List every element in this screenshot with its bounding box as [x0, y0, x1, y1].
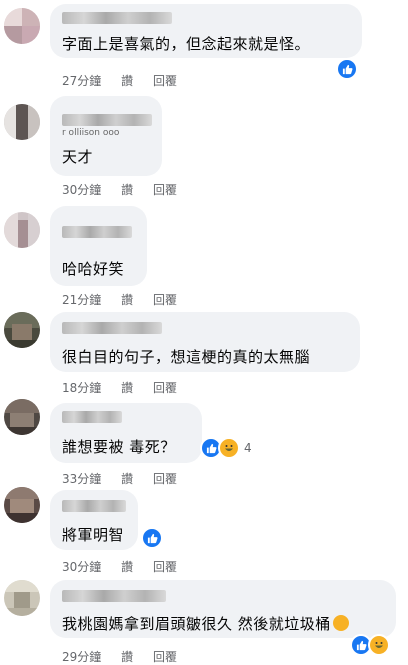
- comment-reactions[interactable]: [350, 634, 390, 656]
- reply-link[interactable]: 回覆: [153, 183, 177, 197]
- commenter-name-blurred[interactable]: [62, 500, 126, 512]
- avatar[interactable]: [4, 104, 40, 140]
- comment-bubble: 字面上是喜氣的，但念起來就是怪。: [50, 4, 362, 58]
- like-link[interactable]: 讚: [121, 560, 133, 574]
- comment-actions: 21分鐘 讚 回覆: [62, 291, 193, 308]
- haha-reaction-icon: [368, 634, 390, 656]
- avatar[interactable]: [4, 399, 40, 435]
- comment-bubble: 誰想要被 毒死？: [50, 403, 202, 463]
- commenter-name-blurred[interactable]: [62, 226, 132, 238]
- comment-timestamp[interactable]: 33分鐘: [62, 472, 101, 486]
- comment-reactions[interactable]: [141, 527, 163, 549]
- commenter-name-blurred[interactable]: [62, 12, 172, 24]
- comment-bubble: r olliison ooo 天才: [50, 96, 162, 176]
- commenter-name-blurred[interactable]: [62, 114, 152, 126]
- comment-bubble: 哈哈好笑: [50, 206, 147, 286]
- like-link[interactable]: 讚: [121, 293, 133, 307]
- comment-timestamp[interactable]: 18分鐘: [62, 381, 101, 395]
- comment-timestamp[interactable]: 30分鐘: [62, 560, 101, 574]
- laughing-emoji-icon: [332, 615, 349, 631]
- reply-link[interactable]: 回覆: [153, 560, 177, 574]
- comment-text: 很白目的句子，想這梗的真的太無腦: [62, 348, 311, 366]
- reply-link[interactable]: 回覆: [153, 293, 177, 307]
- comment-text: 我桃園媽拿到眉頭皺很久 然後就垃圾桶: [62, 613, 349, 634]
- avatar[interactable]: [4, 580, 40, 616]
- comment-timestamp[interactable]: 21分鐘: [62, 293, 101, 307]
- avatar[interactable]: [4, 212, 40, 248]
- reply-link[interactable]: 回覆: [153, 472, 177, 486]
- like-link[interactable]: 讚: [121, 650, 133, 664]
- comment-reactions[interactable]: 4: [200, 437, 252, 459]
- reaction-count: 4: [244, 441, 252, 455]
- comment-actions: 30分鐘 讚 回覆: [62, 181, 193, 198]
- commenter-name-blurred[interactable]: [62, 590, 166, 602]
- comment-bubble: 將軍明智: [50, 490, 138, 550]
- comment-timestamp[interactable]: 29分鐘: [62, 650, 101, 664]
- avatar[interactable]: [4, 312, 40, 348]
- comment-text: 哈哈好笑: [62, 260, 125, 278]
- comment-text: 誰想要被 毒死？: [62, 438, 176, 456]
- like-link[interactable]: 讚: [121, 381, 133, 395]
- comment-actions: 30分鐘 讚 回覆: [62, 558, 193, 575]
- comment-timestamp[interactable]: 27分鐘: [62, 74, 101, 88]
- like-reaction-icon: [141, 527, 163, 549]
- like-link[interactable]: 讚: [121, 74, 133, 88]
- avatar[interactable]: [4, 8, 40, 44]
- reply-link[interactable]: 回覆: [153, 381, 177, 395]
- like-link[interactable]: 讚: [121, 183, 133, 197]
- comment-text: 天才: [62, 148, 94, 166]
- comment-text: 將軍明智: [62, 526, 125, 544]
- reply-link[interactable]: 回覆: [153, 74, 177, 88]
- comment-actions: 33分鐘 讚 回覆: [62, 470, 193, 487]
- comment-bubble: 我桃園媽拿到眉頭皺很久 然後就垃圾桶: [50, 580, 396, 638]
- commenter-name-blurred[interactable]: [62, 322, 162, 334]
- avatar[interactable]: [4, 487, 40, 523]
- comment-bubble: 很白目的句子，想這梗的真的太無腦: [50, 312, 360, 372]
- haha-reaction-icon: [218, 437, 240, 459]
- comment-text-body: 我桃園媽拿到眉頭皺很久 然後就垃圾桶: [62, 615, 331, 633]
- comment-text: 字面上是喜氣的，但念起來就是怪。: [62, 35, 311, 53]
- comment-actions: 27分鐘 讚 回覆: [62, 72, 193, 89]
- comment-reactions[interactable]: [336, 58, 358, 80]
- commenter-subtext: r olliison ooo: [62, 128, 120, 138]
- comment-actions: 18分鐘 讚 回覆: [62, 379, 193, 396]
- commenter-name-blurred[interactable]: [62, 411, 122, 423]
- like-link[interactable]: 讚: [121, 472, 133, 486]
- reply-link[interactable]: 回覆: [153, 650, 177, 664]
- like-reaction-icon: [336, 58, 358, 80]
- comment-timestamp[interactable]: 30分鐘: [62, 183, 101, 197]
